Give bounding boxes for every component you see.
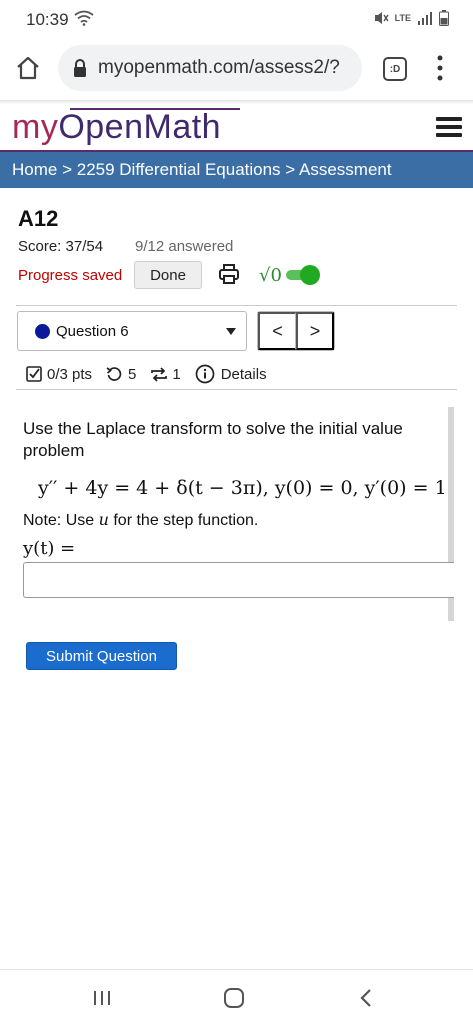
logo-my: my: [12, 108, 59, 146]
system-nav-bar: [0, 969, 473, 1024]
browser-toolbar: myopenmath.com/assess2/? :D: [0, 38, 473, 100]
previous-question-button[interactable]: <: [258, 312, 296, 350]
attempts-count: 5: [128, 365, 137, 383]
more-options-icon[interactable]: [435, 54, 445, 82]
caret-down-icon: [226, 328, 236, 335]
logo-openmath: OpenMath: [58, 108, 222, 146]
home-button-icon[interactable]: [224, 988, 244, 1008]
status-bar: 10:39 LTE: [0, 0, 473, 38]
details-toggle[interactable]: Details: [195, 364, 267, 384]
checkbox-icon: [26, 366, 42, 382]
site-header: myOpenMath: [0, 104, 473, 152]
print-icon[interactable]: [218, 263, 240, 285]
info-icon: [195, 364, 215, 384]
network-label: LTE: [394, 13, 411, 23]
question-prompt: Use the Laplace transform to solve the i…: [23, 419, 403, 460]
score-text: Score: 37/54: [18, 238, 104, 255]
battery-icon: [439, 10, 449, 26]
note-variable: u: [98, 510, 109, 529]
assessment-title: A12: [18, 206, 59, 231]
status-icons: LTE: [373, 10, 449, 26]
mute-icon: [374, 12, 389, 24]
retry-icon: [106, 366, 122, 381]
note-suffix: for the step function.: [108, 512, 259, 529]
answered-count: 9/12 answered: [135, 238, 234, 255]
recent-apps-icon[interactable]: [93, 989, 111, 1007]
math-display-toggle[interactable]: √0: [259, 262, 320, 288]
sqrt-icon: √0: [259, 264, 282, 286]
home-icon[interactable]: [14, 54, 42, 82]
divider: [16, 389, 457, 390]
back-icon[interactable]: [358, 987, 374, 1009]
question-info-bar: 0/3 pts 5 1 Details: [26, 362, 267, 386]
toggle-switch[interactable]: [285, 265, 320, 285]
breadcrumb-separator: >: [280, 160, 299, 179]
points-text: 0/3 pts: [47, 365, 93, 383]
note-prefix: Note: Use: [23, 512, 99, 529]
question-note: Note: Use u for the step function.: [23, 510, 258, 530]
question-equation: y′′ + 4y = 4 + δ(t − 3π), y(0) = 0, y′(0…: [38, 477, 447, 499]
regenerate-icon: [151, 366, 168, 382]
divider: [16, 305, 457, 306]
done-button[interactable]: Done: [134, 261, 202, 289]
breadcrumb-separator: >: [57, 160, 77, 179]
toggle-knob: [299, 265, 320, 285]
tab-switcher-button[interactable]: :D: [383, 57, 407, 81]
regens-count: 1: [172, 365, 181, 383]
wifi-icon: [74, 10, 94, 26]
question-body: Use the Laplace transform to solve the i…: [16, 407, 454, 621]
question-status-dot: [35, 324, 50, 339]
hamburger-menu-icon[interactable]: [436, 117, 462, 139]
breadcrumb-current: Assessment: [299, 160, 392, 179]
answer-label: y(t) =: [23, 538, 76, 559]
question-selector-label: Question 6: [56, 323, 129, 340]
lock-icon: [74, 59, 86, 77]
details-label: Details: [220, 365, 267, 383]
breadcrumb-home[interactable]: Home: [12, 160, 57, 179]
answer-input[interactable]: [23, 562, 454, 598]
breadcrumb: Home > 2259 Differential Equations > Ass…: [0, 152, 473, 188]
next-question-button[interactable]: >: [296, 312, 334, 350]
question-nav-group: < >: [257, 311, 335, 351]
site-logo[interactable]: myOpenMath: [12, 108, 221, 147]
signal-icon: [418, 12, 432, 25]
question-selector[interactable]: Question 6: [17, 311, 247, 351]
address-bar[interactable]: myopenmath.com/assess2/?: [58, 45, 362, 91]
breadcrumb-course[interactable]: 2259 Differential Equations: [77, 160, 281, 179]
submit-question-button[interactable]: Submit Question: [26, 642, 177, 670]
status-time: 10:39: [26, 10, 69, 29]
progress-saved-status: Progress saved: [18, 267, 123, 284]
url-text: myopenmath.com/assess2/?: [98, 57, 340, 78]
